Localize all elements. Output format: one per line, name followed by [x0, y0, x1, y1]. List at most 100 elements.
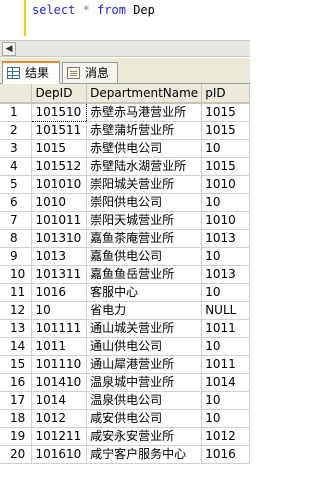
table-cell[interactable]: 崇阳城关营业所 — [86, 175, 203, 194]
table-cell[interactable]: 嘉鱼鱼岳营业所 — [86, 265, 203, 284]
table-cell[interactable]: 1010 — [201, 211, 250, 230]
table-cell[interactable]: 嘉鱼供电公司 — [86, 247, 203, 266]
table-row[interactable]: 20 101610 咸宁客户服务中心 1016 — [0, 445, 250, 464]
row-number-cell[interactable]: 14 — [0, 337, 33, 356]
table-cell[interactable]: 温泉供电公司 — [86, 391, 203, 410]
row-number-cell[interactable]: 20 — [0, 445, 33, 464]
table-cell[interactable]: 10 — [201, 283, 250, 302]
table-cell[interactable]: 赤壁供电公司 — [86, 139, 203, 158]
table-cell[interactable]: 1013 — [201, 265, 250, 284]
table-row[interactable]: 4 101512 赤壁陆水湖营业所 1015 — [0, 157, 250, 176]
table-cell[interactable]: 101410 — [31, 373, 88, 392]
tab-results[interactable]: 结果 — [2, 61, 60, 84]
table-cell[interactable]: 崇阳供电公司 — [86, 193, 203, 212]
scroll-left-arrow-icon[interactable]: ◀ — [2, 42, 16, 56]
table-cell[interactable]: 赤壁蒲圻营业所 — [86, 121, 203, 140]
editor-horizontal-scrollbar[interactable]: ◀ — [0, 40, 250, 57]
table-cell[interactable]: 101011 — [31, 211, 88, 230]
table-row[interactable]: 10 101311 嘉鱼鱼岳营业所 1013 — [0, 265, 250, 284]
table-row[interactable]: 1 101510 赤壁赤马港营业所 1015 — [0, 102, 250, 122]
table-row[interactable]: 12 10 省电力 NULL — [0, 301, 250, 320]
table-cell[interactable]: 1010 — [201, 175, 250, 194]
table-cell[interactable]: 省电力 — [86, 301, 203, 320]
row-number-cell[interactable]: 4 — [0, 157, 33, 176]
table-cell[interactable]: 通山犀港营业所 — [86, 355, 203, 374]
sql-code-line[interactable]: select * from Dep — [32, 2, 155, 18]
table-row[interactable]: 11 1016 客服中心 10 — [0, 283, 250, 302]
table-cell[interactable]: 通山城关营业所 — [86, 319, 203, 338]
table-cell[interactable]: 101311 — [31, 265, 88, 284]
table-cell[interactable]: 10 — [31, 301, 88, 320]
table-row[interactable]: 8 101310 嘉鱼茶庵营业所 1013 — [0, 229, 250, 248]
table-cell[interactable]: 1015 — [201, 121, 250, 140]
table-cell[interactable]: 咸安永安营业所 — [86, 427, 203, 446]
table-cell[interactable]: 101110 — [31, 355, 88, 374]
table-cell[interactable]: 1014 — [31, 391, 88, 410]
row-number-cell[interactable]: 12 — [0, 301, 33, 320]
row-number-cell[interactable]: 10 — [0, 265, 33, 284]
row-number-cell[interactable]: 19 — [0, 427, 33, 446]
table-cell[interactable]: 通山供电公司 — [86, 337, 203, 356]
table-cell[interactable]: 咸宁客户服务中心 — [86, 445, 203, 464]
table-cell[interactable]: 101111 — [31, 319, 88, 338]
results-grid[interactable]: DepID DepartmentName pID 1 101510 赤壁赤马港营业所 10… — [0, 84, 250, 487]
table-row[interactable]: 19 101211 咸安永安营业所 1012 — [0, 427, 250, 446]
table-row[interactable]: 17 1014 温泉供电公司 10 — [0, 391, 250, 410]
table-cell[interactable]: 崇阳天城营业所 — [86, 211, 203, 230]
table-row[interactable]: 15 101110 通山犀港营业所 1011 — [0, 355, 250, 374]
table-cell[interactable]: 1016 — [201, 445, 250, 464]
table-cell[interactable]: 客服中心 — [86, 283, 203, 302]
table-cell[interactable]: 1013 — [31, 247, 88, 266]
table-cell[interactable]: 1013 — [201, 229, 250, 248]
table-cell[interactable]: 101610 — [31, 445, 88, 464]
table-cell[interactable]: 101512 — [31, 157, 88, 176]
table-cell[interactable]: 赤壁赤马港营业所 — [86, 103, 203, 122]
row-number-cell[interactable]: 1 — [0, 103, 33, 122]
table-cell[interactable]: 1011 — [201, 319, 250, 338]
table-cell[interactable]: 咸安供电公司 — [86, 409, 203, 428]
sql-editor[interactable]: select * from Dep — [0, 0, 250, 40]
table-cell[interactable]: 10 — [201, 337, 250, 356]
table-row[interactable]: 14 1011 通山供电公司 10 — [0, 337, 250, 356]
tab-messages[interactable]: 消息 — [62, 62, 118, 84]
row-number-cell[interactable]: 7 — [0, 211, 33, 230]
row-number-cell[interactable]: 5 — [0, 175, 33, 194]
table-row[interactable]: 3 1015 赤壁供电公司 10 — [0, 139, 250, 158]
table-row[interactable]: 6 1010 崇阳供电公司 10 — [0, 193, 250, 212]
column-header[interactable]: DepID — [31, 84, 88, 104]
table-cell[interactable]: 嘉鱼茶庵营业所 — [86, 229, 203, 248]
table-row[interactable]: 16 101410 温泉城中营业所 1014 — [0, 373, 250, 392]
table-cell[interactable]: NULL — [201, 301, 250, 320]
table-cell[interactable]: 赤壁陆水湖营业所 — [86, 157, 203, 176]
table-cell[interactable]: 10 — [201, 409, 250, 428]
table-cell[interactable]: 1012 — [31, 409, 88, 428]
table-cell[interactable]: 1010 — [31, 193, 88, 212]
row-number-cell[interactable]: 9 — [0, 247, 33, 266]
table-row[interactable]: 18 1012 咸安供电公司 10 — [0, 409, 250, 428]
table-cell[interactable]: 10 — [201, 391, 250, 410]
table-row[interactable]: 9 1013 嘉鱼供电公司 10 — [0, 247, 250, 266]
table-cell[interactable]: 10 — [201, 247, 250, 266]
table-row[interactable]: 13 101111 通山城关营业所 1011 — [0, 319, 250, 338]
table-cell[interactable]: 1011 — [31, 337, 88, 356]
row-number-cell[interactable]: 6 — [0, 193, 33, 212]
row-number-cell[interactable]: 8 — [0, 229, 33, 248]
table-cell[interactable]: 101510 — [31, 102, 88, 122]
row-number-cell[interactable]: 18 — [0, 409, 33, 428]
table-row[interactable]: 7 101011 崇阳天城营业所 1010 — [0, 211, 250, 230]
row-number-cell[interactable]: 15 — [0, 355, 33, 374]
table-cell[interactable]: 101511 — [31, 121, 88, 140]
table-cell[interactable]: 1016 — [31, 283, 88, 302]
table-row[interactable]: 5 101010 崇阳城关营业所 1010 — [0, 175, 250, 194]
row-number-cell[interactable]: 13 — [0, 319, 33, 338]
column-header[interactable]: DepartmentName — [86, 84, 203, 104]
row-number-cell[interactable]: 16 — [0, 373, 33, 392]
table-cell[interactable]: 1015 — [201, 157, 250, 176]
row-number-cell[interactable]: 17 — [0, 391, 33, 410]
row-number-cell[interactable]: 3 — [0, 139, 33, 158]
row-number-header[interactable] — [0, 84, 33, 104]
table-cell[interactable]: 101211 — [31, 427, 88, 446]
table-cell[interactable]: 1015 — [31, 139, 88, 158]
table-cell[interactable]: 10 — [201, 193, 250, 212]
row-number-cell[interactable]: 2 — [0, 121, 33, 140]
